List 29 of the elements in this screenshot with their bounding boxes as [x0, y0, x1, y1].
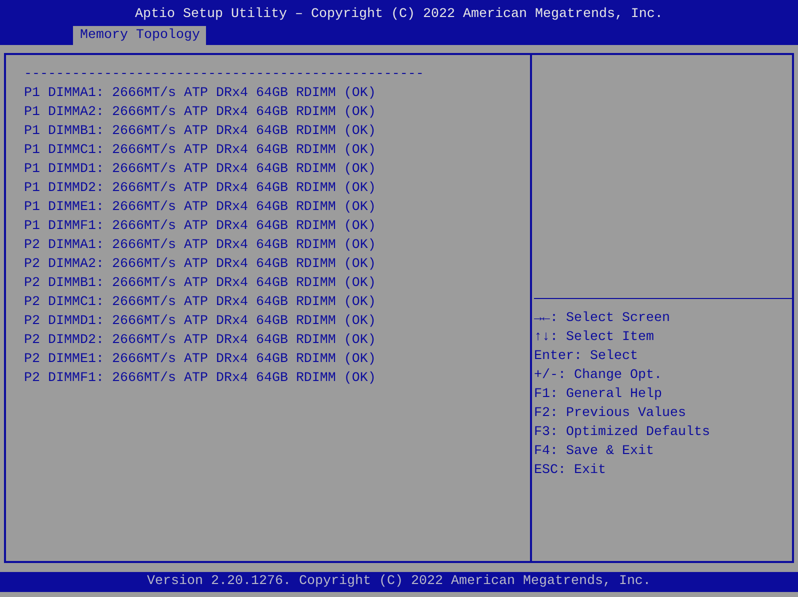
separator-line: --------------------------------------------------	[24, 66, 424, 84]
dimm-info-text: P1 DIMMA1: 2666MT/s ATP DRx4 64GB RDIMM (OK)	[24, 85, 376, 103]
dimm-info-text: P1 DIMMD2: 2666MT/s ATP DRx4 64GB RDIMM (OK)	[24, 180, 376, 198]
dimm-info-text: P2 DIMMB1: 2666MT/s ATP DRx4 64GB RDIMM (OK)	[24, 275, 376, 293]
dimm-info-text: P2 DIMMD2: 2666MT/s ATP DRx4 64GB RDIMM (OK)	[24, 332, 376, 350]
dimm-info-text: P1 DIMMC1: 2666MT/s ATP DRx4 64GB RDIMM (OK)	[24, 142, 376, 160]
tab[interactable]: Memory Topology	[73, 26, 206, 45]
dimm-info-text: P1 DIMMF1: 2666MT/s ATP DRx4 64GB RDIMM (OK)	[24, 218, 376, 236]
key-help-text: F4: Save & Exit	[534, 443, 654, 461]
key-help-text: F2: Previous Values	[534, 405, 686, 423]
key-help-text: F3: Optimized Defaults	[534, 424, 710, 442]
dimm-info-text: P1 DIMME1: 2666MT/s ATP DRx4 64GB RDIMM (OK)	[24, 199, 376, 217]
dimm-info-text: P2 DIMMA2: 2666MT/s ATP DRx4 64GB RDIMM (OK)	[24, 256, 376, 274]
key-help-text: +/-: Change Opt.	[534, 367, 662, 385]
dimm-info-text: P1 DIMMD1: 2666MT/s ATP DRx4 64GB RDIMM (OK)	[24, 161, 376, 179]
status-bar: Version 2.20.1276. Copyright (C) 2022 American Megatrends, Inc.	[0, 572, 798, 592]
dimm-info-text: P2 DIMME1: 2666MT/s ATP DRx4 64GB RDIMM (OK)	[24, 351, 376, 369]
key-help-text: F1: General Help	[534, 386, 662, 404]
dimm-info-text: P1 DIMMB1: 2666MT/s ATP DRx4 64GB RDIMM (OK)	[24, 123, 376, 141]
dimm-info-text: P2 DIMMC1: 2666MT/s ATP DRx4 64GB RDIMM (OK)	[24, 294, 376, 312]
key-help-text: ESC: Exit	[534, 462, 606, 480]
key-help-text: →←: Select Screen	[534, 310, 670, 328]
key-help-text: Enter: Select	[534, 348, 638, 366]
key-help-text: ↑↓: Select Item	[534, 329, 654, 347]
dimm-info-text: P1 DIMMA2: 2666MT/s ATP DRx4 64GB RDIMM (OK)	[24, 104, 376, 122]
dimm-info-text: P2 DIMMA1: 2666MT/s ATP DRx4 64GB RDIMM (OK)	[24, 237, 376, 255]
dimm-info-text: P2 DIMMF1: 2666MT/s ATP DRx4 64GB RDIMM (OK)	[24, 370, 376, 388]
window-title: Aptio Setup Utility – Copyright (C) 2022 American Megatrends, Inc.	[134, 6, 664, 24]
dimm-info-text: P2 DIMMD1: 2666MT/s ATP DRx4 64GB RDIMM (OK)	[24, 313, 376, 331]
